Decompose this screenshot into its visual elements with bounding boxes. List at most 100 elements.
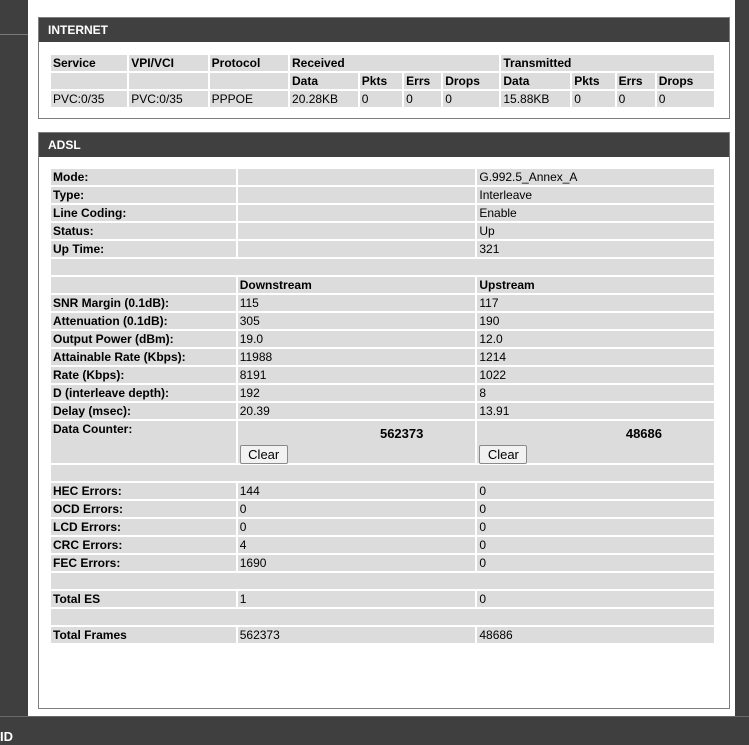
footer-bar: ID [0, 716, 749, 745]
internet-section-title: INTERNET [39, 18, 729, 42]
internet-data-row: PVC:0/35 PVC:0/35 PPPOE 20.28KB 0 0 0 15… [51, 91, 714, 107]
data-counter-down-cell: 562373 Clear [237, 421, 476, 464]
spacer-row [51, 259, 714, 275]
data-counter-up-cell: 48686 Clear [477, 421, 714, 464]
error-up: 0 [477, 537, 714, 553]
tx-pkts-header: Pkts [572, 73, 615, 89]
empty-cell [237, 241, 476, 257]
error-row: LCD Errors: 0 0 [51, 519, 714, 535]
rx-pkts-header: Pkts [359, 73, 403, 89]
clear-upstream-button[interactable]: Clear [479, 445, 528, 464]
stat-label: Delay (msec): [51, 403, 236, 419]
protocol-header: Protocol [209, 55, 289, 71]
rx-pkts-value: 0 [359, 91, 403, 107]
stat-label: Attenuation (0.1dB): [51, 313, 236, 329]
line-coding-value: Enable [477, 205, 714, 221]
rx-data-header: Data [290, 73, 358, 89]
data-counter-label: Data Counter: [51, 421, 236, 463]
empty-cell [51, 609, 714, 625]
transmitted-header: Transmitted [501, 55, 714, 71]
stat-label: SNR Margin (0.1dB): [51, 295, 236, 311]
error-label: HEC Errors: [51, 483, 236, 499]
type-label: Type: [51, 187, 236, 203]
stat-up: 12.0 [477, 331, 714, 347]
stat-up: 190 [477, 313, 714, 329]
error-down: 4 [237, 537, 476, 553]
internet-section: INTERNET Service VPI/VCI Protocol Receiv… [38, 17, 730, 119]
line-coding-label: Line Coding: [51, 205, 236, 221]
stat-row: Output Power (dBm): 19.0 12.0 [51, 331, 714, 347]
error-row: HEC Errors: 144 0 [51, 483, 714, 499]
stat-up: 1214 [477, 349, 714, 365]
adsl-section-title: ADSL [39, 133, 729, 157]
rx-errs-header: Errs [404, 73, 442, 89]
footer-text: ID [0, 729, 13, 744]
total-frames-label: Total Frames [51, 627, 236, 643]
tx-data-header: Data [501, 73, 571, 89]
protocol-value: PPPOE [209, 91, 289, 107]
info-row-uptime: Up Time: 321 [51, 241, 714, 257]
spacer-row [51, 609, 714, 625]
tx-pkts-value: 0 [572, 91, 615, 107]
stat-down: 192 [237, 385, 476, 401]
info-row-line-coding: Line Coding: Enable [51, 205, 714, 221]
info-row-status: Status: Up [51, 223, 714, 239]
stat-label: D (interleave depth): [51, 385, 236, 401]
uptime-value: 321 [477, 241, 714, 257]
total-frames-up: 48686 [477, 627, 714, 643]
adsl-section: ADSL Mode: G.992.5_Annex_A Type: Interle… [38, 132, 730, 709]
rx-errs-value: 0 [404, 91, 442, 107]
total-frames-row: Total Frames 562373 48686 [51, 627, 714, 643]
total-frames-down: 562373 [237, 627, 476, 643]
right-margin [735, 0, 749, 716]
service-header: Service [51, 55, 128, 71]
mode-label: Mode: [51, 169, 236, 185]
error-up: 0 [477, 555, 714, 571]
data-counter-row: Data Counter: 562373 Clear 48686 Clear [51, 421, 714, 464]
empty-cell [51, 573, 714, 589]
stat-row: SNR Margin (0.1dB): 115 117 [51, 295, 714, 311]
error-down: 144 [237, 483, 476, 499]
empty-cell [237, 187, 476, 203]
stat-down: 19.0 [237, 331, 476, 347]
empty-cell [209, 73, 289, 89]
error-row: FEC Errors: 1690 0 [51, 555, 714, 571]
empty-cell [237, 223, 476, 239]
error-up: 0 [477, 483, 714, 499]
mode-value: G.992.5_Annex_A [477, 169, 714, 185]
error-label: CRC Errors: [51, 537, 236, 553]
stat-up: 13.91 [477, 403, 714, 419]
data-counter-up-value: 48686 [625, 426, 662, 441]
stat-down: 8191 [237, 367, 476, 383]
stat-row: Attenuation (0.1dB): 305 190 [51, 313, 714, 329]
info-row-mode: Mode: G.992.5_Annex_A [51, 169, 714, 185]
stat-up: 1022 [477, 367, 714, 383]
stat-label: Attainable Rate (Kbps): [51, 349, 236, 365]
service-value: PVC:0/35 [51, 91, 128, 107]
internet-header-row: Service VPI/VCI Protocol Received Transm… [51, 55, 714, 71]
total-es-row: Total ES 1 0 [51, 591, 714, 607]
error-label: LCD Errors: [51, 519, 236, 535]
spacer-row [51, 465, 714, 481]
upstream-header: Upstream [477, 277, 714, 293]
data-counter-down-value: 562373 [379, 426, 424, 441]
error-up: 0 [477, 501, 714, 517]
column-header-row: Downstream Upstream [51, 277, 714, 293]
stat-down: 305 [237, 313, 476, 329]
vpivci-header: VPI/VCI [129, 55, 208, 71]
empty-cell [51, 465, 714, 481]
tx-drops-header: Drops [656, 73, 714, 89]
clear-downstream-button[interactable]: Clear [239, 445, 288, 464]
downstream-header: Downstream [237, 277, 476, 293]
status-content: INTERNET Service VPI/VCI Protocol Receiv… [28, 0, 735, 716]
error-label: OCD Errors: [51, 501, 236, 517]
stat-row: D (interleave depth): 192 8 [51, 385, 714, 401]
received-header: Received [290, 55, 500, 71]
error-label: FEC Errors: [51, 555, 236, 571]
stat-row: Rate (Kbps): 8191 1022 [51, 367, 714, 383]
empty-cell [51, 259, 714, 275]
nav-divider [0, 34, 28, 35]
rx-drops-header: Drops [443, 73, 500, 89]
rx-data-value: 20.28KB [290, 91, 358, 107]
type-value: Interleave [477, 187, 714, 203]
